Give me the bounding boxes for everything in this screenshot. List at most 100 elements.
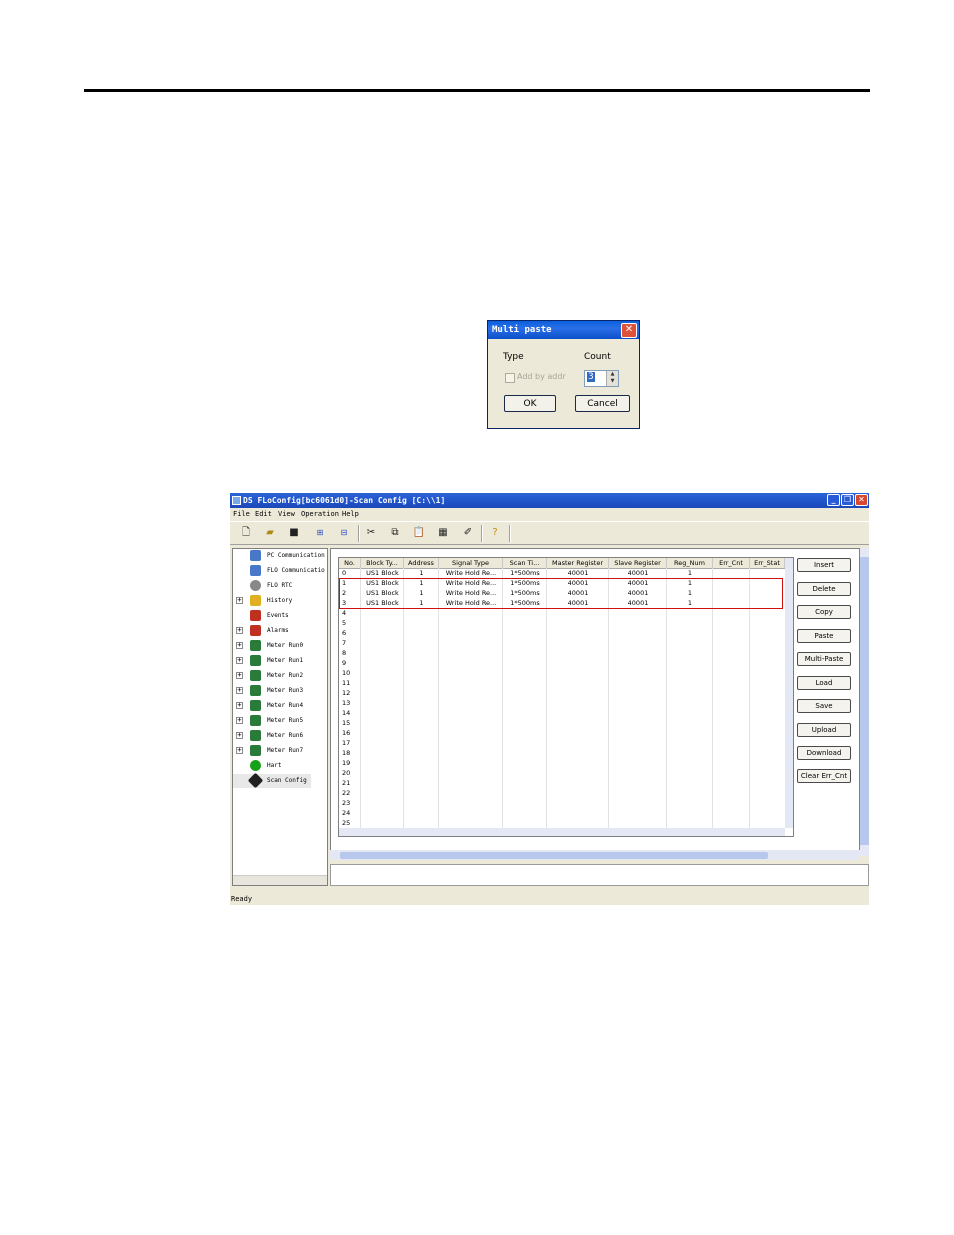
table-cell[interactable]: 8 xyxy=(339,648,361,658)
table-cell[interactable]: 24 xyxy=(339,808,361,818)
delete-button[interactable]: Delete xyxy=(797,582,851,596)
expand-icon[interactable]: + xyxy=(236,657,243,664)
grid-vertical-scrollbar[interactable] xyxy=(785,558,793,828)
table-row[interactable]: 18 xyxy=(339,748,793,758)
column-header[interactable]: Reg_Num xyxy=(667,558,713,568)
help-icon[interactable]: ? xyxy=(488,526,502,540)
table-row[interactable]: 9 xyxy=(339,658,793,668)
cut-icon[interactable]: ✂ xyxy=(364,526,378,540)
tree-item-history[interactable]: + History xyxy=(233,594,327,608)
panel-vertical-scroll-thumb[interactable] xyxy=(860,557,869,845)
menu-help[interactable]: Help xyxy=(342,510,359,518)
table-cell[interactable]: 23 xyxy=(339,798,361,808)
tree-item-meter-run7[interactable]: + Meter Run7 xyxy=(233,744,327,758)
table-cell[interactable]: 1 xyxy=(667,568,713,578)
table-cell[interactable]: 40001 xyxy=(609,568,667,578)
column-header[interactable]: Err_Stat xyxy=(750,558,785,568)
count-stepper[interactable]: 3 ▲ ▼ xyxy=(584,370,619,387)
table-cell[interactable]: 19 xyxy=(339,758,361,768)
column-header[interactable]: Address xyxy=(404,558,439,568)
table-cell[interactable]: 15 xyxy=(339,718,361,728)
table-cell[interactable]: Write Hold Re... xyxy=(439,568,503,578)
table-row[interactable]: 19 xyxy=(339,758,793,768)
clear-err-cnt-button[interactable]: Clear Err_Cnt xyxy=(797,769,851,783)
minimize-icon[interactable]: _ xyxy=(827,494,840,506)
table-row[interactable]: 7 xyxy=(339,638,793,648)
window-titlebar[interactable]: DS FLoConfig[bc6061d0]-Scan Config [C:\\… xyxy=(230,493,869,508)
table-cell[interactable]: 7 xyxy=(339,638,361,648)
table-row[interactable]: 11 xyxy=(339,678,793,688)
column-header[interactable]: Slave Register xyxy=(609,558,667,568)
ok-button[interactable]: OK xyxy=(504,395,556,412)
table-row[interactable]: 21 xyxy=(339,778,793,788)
copy-button[interactable]: Copy xyxy=(797,605,851,619)
table-cell[interactable]: US1 Block xyxy=(361,568,404,578)
table-row[interactable]: 25 xyxy=(339,818,793,828)
tree-item-flo-communication[interactable]: FLO Communicatio xyxy=(233,564,327,578)
expand-icon[interactable]: + xyxy=(236,747,243,754)
multi-paste-button[interactable]: Multi-Paste xyxy=(797,652,851,666)
tree-item-meter-run6[interactable]: + Meter Run6 xyxy=(233,729,327,743)
add-by-addr-checkbox[interactable] xyxy=(505,373,515,383)
column-header[interactable]: Master Register xyxy=(547,558,609,568)
expand-icon[interactable]: + xyxy=(236,732,243,739)
tree-item-flo-rtc[interactable]: FLO RTC xyxy=(233,579,327,593)
paste-icon[interactable]: 📋 xyxy=(412,526,426,540)
grid-horizontal-scrollbar[interactable] xyxy=(339,828,785,836)
table-row[interactable]: 4 xyxy=(339,608,793,618)
tree-item-meter-run3[interactable]: + Meter Run3 xyxy=(233,684,327,698)
column-header[interactable]: Err_Cnt xyxy=(713,558,750,568)
table-row[interactable]: 10 xyxy=(339,668,793,678)
table-row[interactable]: 16 xyxy=(339,728,793,738)
connect-icon[interactable]: ⊞ xyxy=(310,526,330,540)
table-row[interactable]: 20 xyxy=(339,768,793,778)
column-header[interactable]: Signal Type xyxy=(439,558,503,568)
table-cell[interactable]: 11 xyxy=(339,678,361,688)
tree-item-events[interactable]: Events xyxy=(233,609,327,623)
expand-icon[interactable]: + xyxy=(236,687,243,694)
insert-button[interactable]: Insert xyxy=(797,558,851,572)
download-button[interactable]: Download xyxy=(797,746,851,760)
disconnect-icon[interactable]: ⊟ xyxy=(334,526,354,540)
table-row[interactable]: 15 xyxy=(339,718,793,728)
expand-icon[interactable]: + xyxy=(236,627,243,634)
table-cell[interactable]: 14 xyxy=(339,708,361,718)
table-cell[interactable]: 6 xyxy=(339,628,361,638)
column-header[interactable]: Block Ty... xyxy=(361,558,404,568)
copy-icon[interactable]: ⧉ xyxy=(388,526,402,540)
column-header[interactable]: Scan Ti... xyxy=(503,558,547,568)
tree-item-scan-config[interactable]: Scan Config xyxy=(233,772,311,789)
tree-item-alarms[interactable]: + Alarms xyxy=(233,624,327,638)
table-cell[interactable]: 25 xyxy=(339,818,361,828)
table-cell[interactable]: 0 xyxy=(339,568,361,578)
table-cell[interactable]: 21 xyxy=(339,778,361,788)
table-cell[interactable]: 10 xyxy=(339,668,361,678)
expand-icon[interactable]: + xyxy=(236,717,243,724)
menu-edit[interactable]: Edit xyxy=(255,510,272,518)
expand-icon[interactable]: + xyxy=(236,642,243,649)
upload-button[interactable]: Upload xyxy=(797,723,851,737)
table-cell[interactable] xyxy=(713,568,750,578)
menu-file[interactable]: File xyxy=(233,510,250,518)
table-row[interactable]: 23 xyxy=(339,798,793,808)
expand-icon[interactable]: + xyxy=(236,597,243,604)
tree-horizontal-scrollbar[interactable] xyxy=(233,875,327,885)
table-row[interactable]: 13 xyxy=(339,698,793,708)
table-cell[interactable] xyxy=(750,568,785,578)
menu-operation[interactable]: Operation xyxy=(301,510,339,518)
restore-icon[interactable]: ❐ xyxy=(841,494,854,506)
close-icon[interactable]: ✕ xyxy=(855,494,868,506)
table-cell[interactable]: 22 xyxy=(339,788,361,798)
stepper-arrows-icon[interactable]: ▲ ▼ xyxy=(606,371,618,386)
table-cell[interactable]: 5 xyxy=(339,618,361,628)
expand-icon[interactable]: + xyxy=(236,672,243,679)
table-cell[interactable]: 17 xyxy=(339,738,361,748)
table-row[interactable]: 24 xyxy=(339,808,793,818)
table-cell[interactable]: 13 xyxy=(339,698,361,708)
multi-paste-icon[interactable]: ▦ xyxy=(436,526,450,540)
table-cell[interactable]: 18 xyxy=(339,748,361,758)
table-row[interactable]: 5 xyxy=(339,618,793,628)
table-row[interactable]: 17 xyxy=(339,738,793,748)
column-header[interactable]: No. xyxy=(339,558,361,568)
tree-item-meter-run5[interactable]: + Meter Run5 xyxy=(233,714,327,728)
